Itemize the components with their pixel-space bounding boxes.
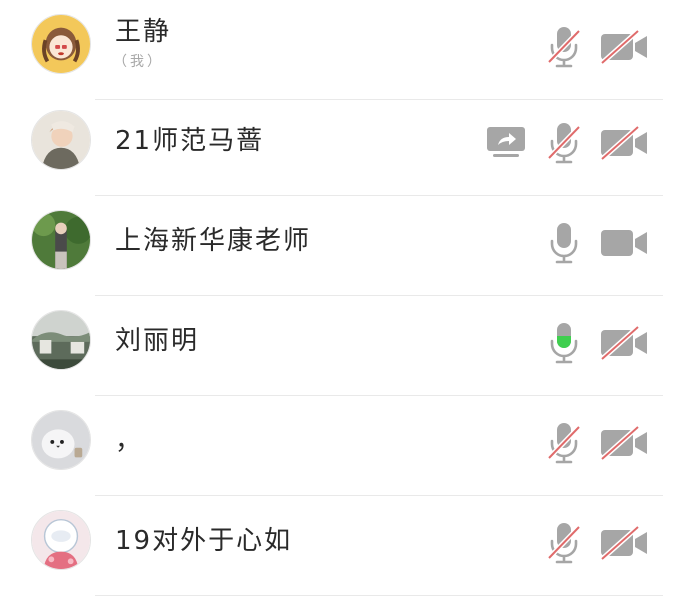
video-camera-off-icon[interactable] (598, 324, 650, 362)
avatar[interactable] (31, 310, 91, 370)
microphone-muted-icon[interactable] (546, 121, 582, 165)
video-camera-off-icon[interactable] (598, 524, 650, 562)
video-camera-off-icon[interactable] (598, 124, 650, 162)
microphone-muted-icon[interactable] (546, 521, 582, 565)
microphone-muted-icon[interactable] (546, 25, 582, 69)
participant-name: 王静 (115, 17, 172, 47)
avatar[interactable] (31, 510, 91, 570)
participant-row[interactable]: 王静 （我） (0, 0, 693, 100)
video-camera-off-icon[interactable] (598, 424, 650, 462)
participant-name: 19对外于心如 (115, 526, 293, 556)
video-camera-off-icon[interactable] (598, 28, 650, 66)
participant-name: 刘丽明 (115, 326, 200, 356)
avatar[interactable] (31, 110, 91, 170)
participant-row[interactable]: 19对外于心如 (0, 496, 693, 596)
microphone-icon[interactable] (546, 221, 582, 265)
avatar[interactable] (31, 210, 91, 270)
participant-name: ， (115, 426, 144, 456)
participant-name: 21师范马蔷 (115, 126, 265, 156)
divider (95, 595, 663, 596)
self-label: （我） (113, 54, 164, 70)
participant-name: 上海新华康老师 (115, 226, 312, 256)
avatar[interactable] (31, 410, 91, 470)
participant-row[interactable]: 刘丽明 (0, 296, 693, 396)
participant-row[interactable]: ， (0, 396, 693, 496)
avatar[interactable] (31, 14, 91, 74)
microphone-muted-icon[interactable] (546, 421, 582, 465)
participant-row[interactable]: 上海新华康老师 (0, 196, 693, 296)
microphone-speaking-icon[interactable] (546, 321, 582, 365)
participant-row[interactable]: 21师范马蔷 (0, 96, 693, 196)
video-camera-icon[interactable] (598, 224, 650, 262)
screen-share-icon[interactable] (485, 124, 527, 160)
